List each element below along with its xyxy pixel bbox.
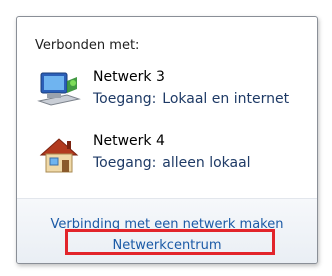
access-value: alleen lokaal [162,155,251,171]
network-computer-icon [37,72,81,106]
network-item-netwerk-4[interactable]: Netwerk 4 Toegang: alleen lokaal [35,131,315,181]
network-name: Netwerk 4 [93,133,165,149]
connected-to-header: Verbonden met: [35,38,140,53]
network-item-netwerk-3[interactable]: Netwerk 3 Toegang: Lokaal en internet [35,67,315,117]
access-label: Toegang: [93,91,157,107]
network-access: Toegang: alleen lokaal [93,155,251,171]
network-flyout: Verbonden met: Netwerk 3 Toegang: Lokaal … [16,16,318,264]
access-label: Toegang: [93,155,157,171]
network-access: Toegang: Lokaal en internet [93,91,289,107]
access-value: Lokaal en internet [162,91,290,107]
highlight-annotation-box [65,229,275,255]
network-name: Netwerk 3 [93,69,165,85]
home-network-icon [39,138,79,173]
